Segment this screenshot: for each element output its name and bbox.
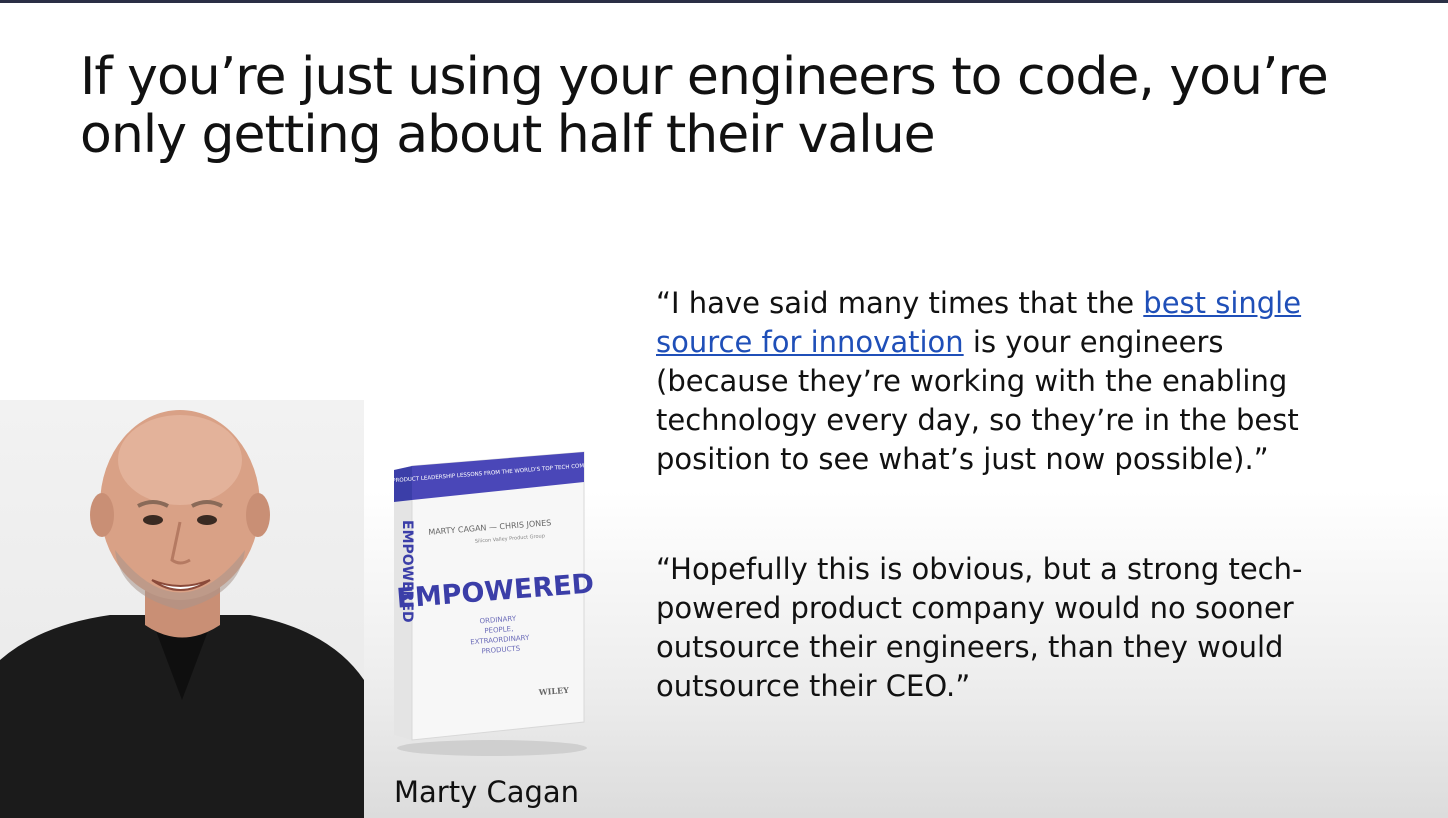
quote-engineers-innovation: “I have said many times that the best si… xyxy=(656,284,1336,479)
book-spine-title: EMPOWERED xyxy=(399,520,415,623)
quote1-open: “I have said many times that the xyxy=(656,286,1144,320)
quote-outsource: “Hopefully this is obvious, but a strong… xyxy=(656,552,1303,703)
slide-title: If you’re just using your engineers to c… xyxy=(80,47,1329,165)
empowered-book-cover: PRODUCT LEADERSHIP LESSONS FROM THE WORL… xyxy=(372,430,612,760)
top-bar xyxy=(0,0,1448,3)
portrait-photo xyxy=(0,400,364,818)
photo-caption: Marty Cagan xyxy=(394,775,580,809)
